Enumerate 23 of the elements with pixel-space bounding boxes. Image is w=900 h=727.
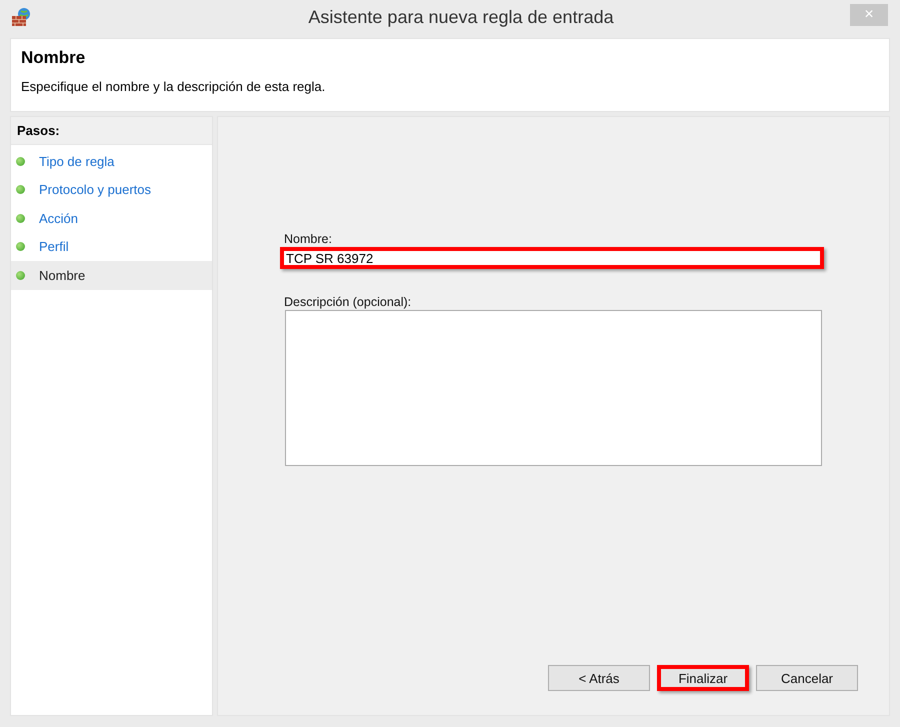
step-status-icon [16,242,25,252]
selected-step-row[interactable]: Nombre [11,261,212,290]
window-title: Asistente para nueva regla de entrada [307,6,615,28]
step-status-icon [16,214,25,223]
back-button[interactable]: < Atrás [548,665,650,691]
step-status-icon [16,270,25,280]
description-label: Descripción (opcional): [284,295,412,309]
step-link[interactable]: Tipo de regla [39,154,114,169]
step-link[interactable]: Perfil [39,239,69,254]
firewall-icon [10,6,32,28]
description-field[interactable] [285,310,822,466]
step-label[interactable]: Nombre [39,268,86,283]
steps-heading: Pasos: [11,117,212,145]
step-status-icon [16,156,25,166]
step-link[interactable]: Acción [39,210,78,226]
name-field[interactable]: TCP SR 63972 [280,247,824,269]
cancel-button[interactable]: Cancelar [756,665,858,691]
page-description: Especifique el nombre y la descripción de esta regla. [21,79,326,94]
name-label: Nombre: [284,232,333,246]
page-heading: Nombre [21,48,86,68]
step-link[interactable]: Protocolo y puertos [39,182,152,198]
step-status-icon [16,185,25,194]
finish-button[interactable]: Finalizar [657,665,749,691]
